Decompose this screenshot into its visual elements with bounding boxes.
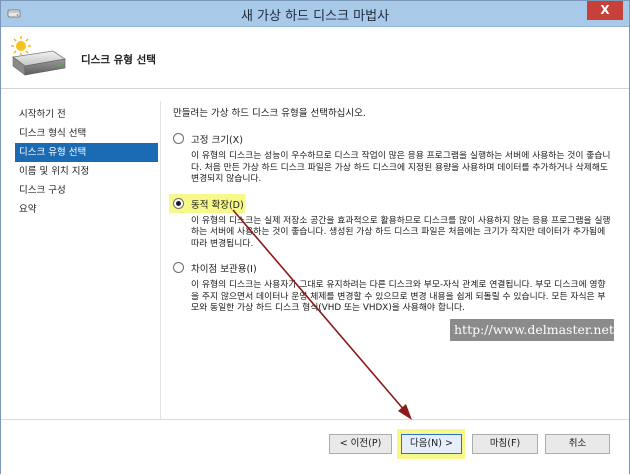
- wizard-footer: < 이전(P) 다음(N) > 마침(F) 취소: [1, 420, 629, 475]
- fixed-size-radio[interactable]: [173, 133, 184, 144]
- differencing-description: 이 유형의 디스크는 사용자가 그대로 유지하려는 다른 디스크와 부모-자식 …: [191, 280, 606, 313]
- wizard-steps: 시작하기 전 디스크 형식 선택 디스크 유형 선택 이름 및 위치 지정 디스…: [15, 105, 158, 219]
- fixed-size-label[interactable]: 고정 크기(X): [191, 132, 243, 146]
- step-choose-disk-format[interactable]: 디스크 형식 선택: [15, 124, 158, 143]
- finish-button[interactable]: 마침(F): [472, 434, 538, 454]
- step-configure-disk[interactable]: 디스크 구성: [15, 181, 158, 200]
- step-summary[interactable]: 요약: [15, 200, 158, 219]
- fixed-size-description: 이 유형의 디스크는 성능이 우수하므로 디스크 작업이 많은 응용 프로그램을…: [191, 151, 611, 184]
- step-specify-name-location[interactable]: 이름 및 위치 지정: [15, 162, 158, 181]
- dynamic-radio[interactable]: [173, 197, 184, 209]
- instruction-text: 만들려는 가상 하드 디스크 유형을 선택하십시오.: [173, 108, 366, 119]
- divider: [160, 101, 161, 419]
- differencing-label[interactable]: 차이점 보관용(I): [191, 261, 257, 275]
- step-choose-disk-type[interactable]: 디스크 유형 선택: [15, 143, 158, 162]
- option-differencing: 차이점 보관용(I) 이 유형의 디스크는 사용자가 그대로 유지하려는 다른 …: [173, 260, 613, 315]
- option-dynamically-expanding: 동적 확장(D) 이 유형의 디스크는 실제 저장소 공간을 효과적으로 활용하…: [169, 193, 613, 251]
- cancel-button[interactable]: 취소: [545, 434, 610, 454]
- page-title: 디스크 유형 선택: [81, 54, 156, 66]
- disk-type-panel: 만들려는 가상 하드 디스크 유형을 선택하십시오. 고정 크기(X) 이 유형…: [169, 105, 613, 325]
- dynamic-description: 이 유형의 디스크는 실제 저장소 공간을 효과적으로 활용하므로 디스크를 많…: [191, 215, 611, 249]
- next-button[interactable]: 다음(N) >: [401, 434, 462, 454]
- differencing-radio[interactable]: [173, 262, 184, 273]
- option-fixed-size: 고정 크기(X) 이 유형의 디스크는 성능이 우수하므로 디스크 작업이 많은…: [173, 131, 613, 186]
- dynamic-label[interactable]: 동적 확장(D): [191, 197, 244, 211]
- title-bar[interactable]: 새 가상 하드 디스크 마법사 X: [1, 1, 629, 27]
- differencing-radio-row[interactable]: 차이점 보관용(I): [173, 260, 613, 276]
- fixed-size-radio-row[interactable]: 고정 크기(X): [173, 131, 613, 147]
- close-button[interactable]: X: [587, 1, 623, 20]
- window-title: 새 가상 하드 디스크 마법사: [240, 9, 390, 24]
- step-before-you-begin[interactable]: 시작하기 전: [15, 105, 158, 124]
- new-disk-icon: [11, 36, 67, 76]
- dynamic-radio-row[interactable]: 동적 확장(D): [169, 193, 613, 213]
- watermark: http://www.delmaster.net: [450, 319, 614, 341]
- wizard-header: 디스크 유형 선택: [1, 27, 629, 89]
- previous-button[interactable]: < 이전(P): [329, 434, 392, 454]
- wizard-window: 새 가상 하드 디스크 마법사 X 디스크 유형 선택 시작하기 전 디스크 형…: [0, 0, 630, 475]
